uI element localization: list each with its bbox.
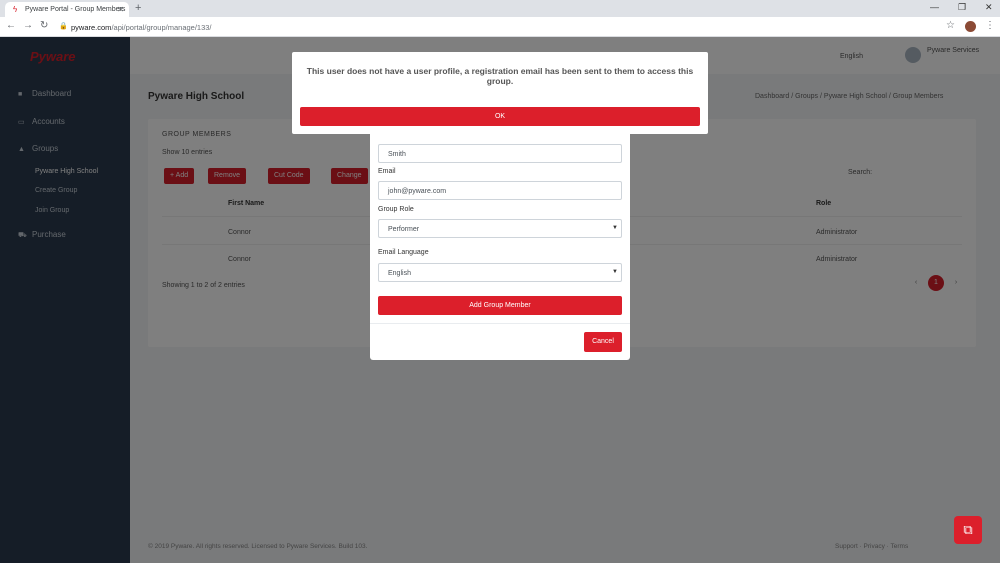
alert-dialog: This user does not have a user profile, … (292, 52, 708, 134)
add-member-modal: Last Name Smith Email john@pyware.com Gr… (370, 110, 630, 360)
profile-avatar[interactable] (965, 21, 976, 32)
close-window-icon[interactable]: ✕ (985, 2, 993, 13)
add-group-member-button[interactable]: Add Group Member (378, 296, 622, 315)
last-name-field[interactable]: Smith (378, 144, 622, 163)
divider (370, 323, 630, 324)
close-tab-icon[interactable]: ✕ (117, 5, 124, 14)
pyware-favicon-icon: ϟ (13, 5, 18, 14)
email-label: Email (378, 168, 396, 175)
new-tab-icon[interactable]: + (135, 2, 141, 14)
tab-title: Pyware Portal - Group Members (25, 6, 126, 13)
group-role-label: Group Role (378, 206, 414, 213)
chevron-down-icon: ▼ (612, 225, 618, 231)
minimize-icon[interactable]: — (930, 2, 939, 12)
url-domain: pyware.com (71, 23, 112, 32)
reload-icon[interactable]: ↻ (40, 20, 48, 31)
ok-button[interactable]: OK (300, 107, 700, 126)
lock-icon: 🔒 (59, 23, 68, 30)
group-role-value: Performer (388, 226, 420, 233)
bookmark-star-icon[interactable]: ☆ (946, 20, 955, 31)
browser-menu-icon[interactable]: ⋮ (985, 20, 995, 31)
alert-message: This user does not have a user profile, … (306, 66, 694, 86)
address-bar: ← → ↻ 🔒 pyware.com/api/portal/group/mana… (0, 17, 1000, 37)
email-language-value: English (388, 270, 411, 277)
browser-tab[interactable]: ϟ Pyware Portal - Group Members ✕ (5, 2, 129, 17)
back-icon[interactable]: ← (6, 20, 16, 31)
email-language-label: Email Language (378, 249, 429, 256)
chat-support-icon[interactable]: ⧉ (954, 516, 982, 544)
forward-icon[interactable]: → (23, 20, 33, 31)
cancel-button[interactable]: Cancel (584, 332, 622, 352)
email-field[interactable]: john@pyware.com (378, 181, 622, 200)
browser-tab-strip: ϟ Pyware Portal - Group Members ✕ + — ❐ … (0, 0, 1000, 17)
restore-icon[interactable]: ❐ (958, 2, 966, 13)
url-field[interactable]: 🔒 pyware.com/api/portal/group/manage/133… (55, 20, 985, 34)
email-language-select[interactable]: English ▼ (378, 263, 622, 282)
group-role-select[interactable]: Performer ▼ (378, 219, 622, 238)
chevron-down-icon: ▼ (612, 269, 618, 275)
url-path: /api/portal/group/manage/133/ (111, 23, 212, 32)
